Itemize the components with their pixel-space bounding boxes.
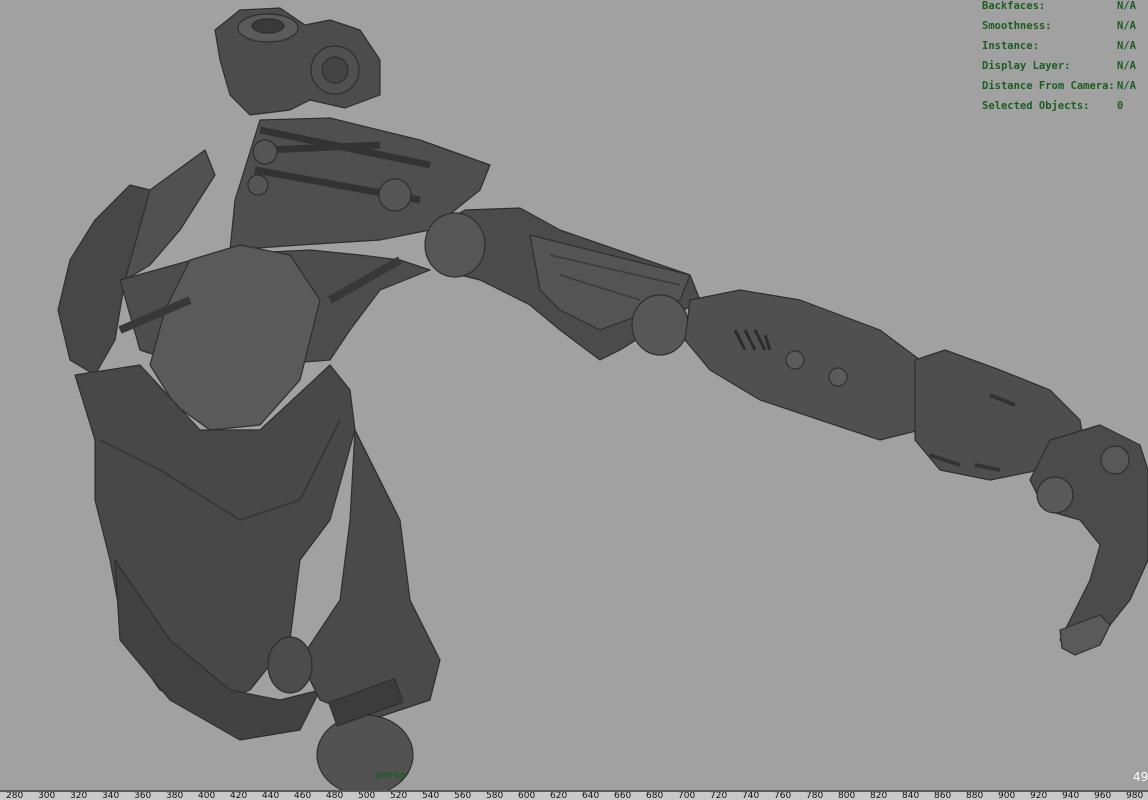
timeline-tick: 340: [102, 791, 120, 800]
hud-value: N/A: [1117, 20, 1136, 32]
elbow-joint: [631, 294, 689, 356]
timeline-tick: 460: [294, 791, 312, 800]
timeline-tick: 920: [1030, 791, 1048, 800]
timeline-tick: 680: [646, 791, 664, 800]
head-cap-hole: [251, 18, 285, 34]
hud-label: Backfaces:: [982, 0, 1046, 12]
thumb: [1059, 614, 1111, 656]
forearm: [684, 289, 941, 441]
timeline-tick: 780: [806, 791, 824, 800]
timeline-tick: 760: [774, 791, 792, 800]
timeline-tick: 320: [70, 791, 88, 800]
wrist-joint: [1036, 476, 1074, 514]
forearm-bolt-1: [785, 350, 805, 370]
timeline-tick: 380: [166, 791, 184, 800]
timeline-tick: 940: [1062, 791, 1080, 800]
hud-row-smoothness: Smoothness: N/A: [982, 16, 1148, 36]
timeline-tick: 520: [390, 791, 408, 800]
timeline-tick: 360: [134, 791, 152, 800]
timeline-tick: 700: [678, 791, 696, 800]
hud-row-distance-from-camera: Distance From Camera: N/A: [982, 76, 1148, 96]
timeline-tick: 840: [902, 791, 920, 800]
heads-up-display: Backfaces: N/A Smoothness: N/A Instance: N/…: [982, 0, 1148, 116]
shoulder-ball: [424, 212, 486, 278]
timeline-tick: 740: [742, 791, 760, 800]
timeline-tick: 860: [934, 791, 952, 800]
timeline-tick: 800: [838, 791, 856, 800]
timeline-tick: 440: [262, 791, 280, 800]
hud-label: Display Layer:: [982, 60, 1071, 72]
timeline-tick: 480: [326, 791, 344, 800]
robot-model[interactable]: [0, 0, 1148, 790]
forearm-bolt-2: [828, 367, 848, 387]
hud-label: Selected Objects:: [982, 100, 1090, 112]
hud-value: N/A: [1117, 80, 1136, 92]
persp-viewport[interactable]: Backfaces: N/A Smoothness: N/A Instance: N/…: [0, 0, 1148, 790]
knuckle-joint: [1100, 445, 1130, 475]
timeline-tick: 560: [454, 791, 472, 800]
hud-value: N/A: [1117, 0, 1136, 12]
timeline-tick: 420: [230, 791, 248, 800]
hud-value: 0: [1117, 100, 1124, 112]
timeline-tick: 540: [422, 791, 440, 800]
leg-joint-left: [267, 636, 313, 694]
timeline-tick: 720: [710, 791, 728, 800]
timeline-ruler[interactable]: 280 300 320 340 360 380 400 420 440 460 480 500 520 5…: [0, 790, 1148, 800]
timeline-tick: 880: [966, 791, 984, 800]
hud-value: N/A: [1117, 40, 1136, 52]
timeline-tick: 980: [1126, 791, 1144, 800]
hud-row-selected-objects: Selected Objects: 0: [982, 96, 1148, 116]
timeline-tick: 660: [614, 791, 632, 800]
timeline-tick: 300: [38, 791, 56, 800]
timeline-tick: 600: [518, 791, 536, 800]
hud-row-instance: Instance: N/A: [982, 36, 1148, 56]
timeline-tick: 640: [582, 791, 600, 800]
timeline-tick: 400: [198, 791, 216, 800]
timeline-tick: 900: [998, 791, 1016, 800]
current-frame-number: 49: [1133, 770, 1148, 784]
shoulder-bolt-2: [378, 178, 412, 212]
shoulder-bolt-1: [252, 139, 278, 165]
timeline-tick: 500: [358, 791, 376, 800]
head-joint-inner: [321, 56, 349, 84]
hud-row-backfaces: Backfaces: N/A: [982, 0, 1148, 16]
timeline-tick: 280: [6, 791, 24, 800]
timeline-tick: 820: [870, 791, 888, 800]
hud-label: Distance From Camera:: [982, 80, 1115, 92]
hud-row-display-layer: Display Layer: N/A: [982, 56, 1148, 76]
hud-value: N/A: [1117, 60, 1136, 72]
timeline-tick: 960: [1094, 791, 1112, 800]
hud-label: Smoothness:: [982, 20, 1052, 32]
timeline-tick: 620: [550, 791, 568, 800]
hud-label: Instance:: [982, 40, 1039, 52]
timeline-tick: 580: [486, 791, 504, 800]
camera-name-label: persp: [376, 770, 407, 781]
shoulder-bolt-3: [247, 174, 269, 196]
